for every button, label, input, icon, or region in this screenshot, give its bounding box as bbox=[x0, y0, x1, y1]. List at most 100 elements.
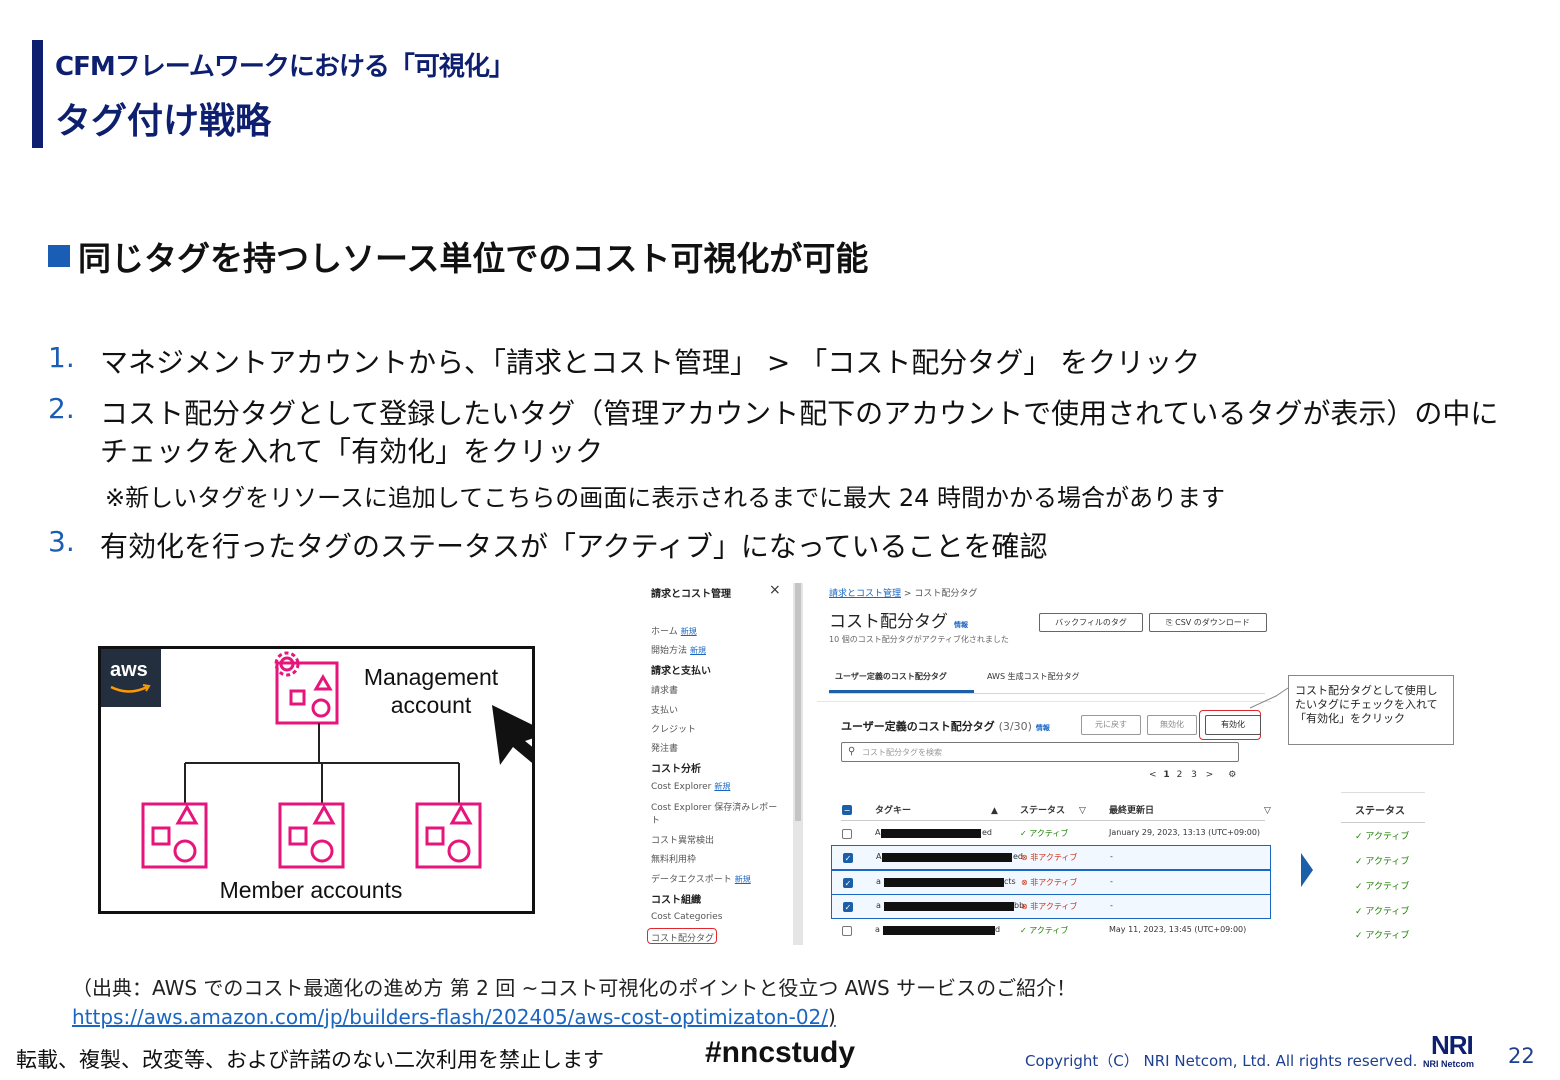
sort-icon: ▽ bbox=[1079, 806, 1086, 816]
sidebar-item[interactable]: 開始方法 新規 bbox=[651, 643, 706, 656]
sidebar-item[interactable]: コスト異常検出 bbox=[651, 833, 714, 846]
sidebar-item[interactable]: データエクスポート 新規 bbox=[651, 872, 751, 885]
source-link[interactable]: https://aws.amazon.com/jp/builders-flash… bbox=[72, 1005, 836, 1029]
tag-key-prefix: A bbox=[876, 852, 882, 861]
step-number: 2. bbox=[48, 392, 75, 425]
disable-button[interactable]: 無効化 bbox=[1147, 715, 1197, 735]
table-row[interactable]: Aed ✓ アクティブ January 29, 2023, 13:13 (UTC+0… bbox=[831, 822, 1271, 847]
sidebar-item[interactable]: ト bbox=[651, 813, 660, 826]
table-row[interactable]: ✓ a cts ⊗ 非アクティブ - bbox=[831, 870, 1271, 895]
member-accounts-label: Member accounts bbox=[219, 877, 403, 903]
sidebar-item[interactable]: 支払い bbox=[651, 703, 678, 716]
sidebar-item[interactable]: 発注書 bbox=[651, 741, 678, 754]
backfill-button[interactable]: バックフィルのタグ bbox=[1039, 613, 1143, 632]
tag-key-prefix: a bbox=[876, 901, 881, 910]
console-screenshot: 請求とコスト管理 × ホーム 新規開始方法 新規 請求と支払い 請求書支払いクレジット発… bbox=[645, 583, 1271, 945]
close-icon[interactable]: × bbox=[769, 583, 781, 598]
select-all-checkbox[interactable]: − bbox=[842, 805, 852, 815]
sidebar-item-label: コスト組織 bbox=[651, 895, 701, 906]
check-circle-icon: ✓ bbox=[1355, 931, 1366, 941]
new-badge: 新規 bbox=[714, 782, 731, 791]
row-checkbox[interactable]: ✓ bbox=[843, 853, 853, 863]
scrollbar-thumb[interactable] bbox=[795, 583, 801, 821]
redaction-bar bbox=[882, 853, 1012, 862]
csv-download-button[interactable]: ⎘ CSV のダウンロード bbox=[1149, 613, 1267, 632]
row-checkbox[interactable] bbox=[842, 926, 852, 936]
download-icon: ⎘ bbox=[1166, 618, 1176, 627]
redaction-bar bbox=[884, 878, 1004, 887]
status-result-column: ステータス ✓ アクティブ ✓ アクティブ ✓ アクティブ ✓ アクティブ ✓ アクティ… bbox=[1341, 792, 1425, 948]
sidebar-item-label: コスト異常検出 bbox=[651, 836, 715, 846]
table-row[interactable]: a d ✓ アクティブ May 11, 2023, 13:45 (UTC+09:00) bbox=[831, 919, 1271, 944]
breadcrumb-link[interactable]: 請求とコスト管理 bbox=[829, 589, 901, 599]
sort-icon: ▽ bbox=[1264, 806, 1271, 816]
sidebar-item-label: Cost Explorer bbox=[651, 782, 712, 792]
column-header-tag-key[interactable]: タグキー ▲ bbox=[875, 803, 998, 816]
redaction-bar bbox=[883, 926, 995, 935]
arrow-right-icon bbox=[1301, 853, 1313, 887]
settings-gear-icon[interactable]: ⚙ bbox=[1228, 770, 1236, 780]
error-circle-icon: ⊗ bbox=[1021, 853, 1031, 862]
check-circle-icon: ✓ bbox=[1355, 907, 1366, 917]
row-checkbox[interactable] bbox=[842, 829, 852, 839]
page-2-button[interactable]: 2 bbox=[1177, 770, 1183, 780]
page-subtitle: 10 個のコスト配分タグがアクティブ化されました bbox=[829, 635, 1009, 644]
tag-search-input[interactable]: ⚲ コスト配分タグを検索 bbox=[841, 742, 1239, 762]
sidebar-item-label: Cost Categories bbox=[651, 912, 723, 922]
tab-user-defined[interactable]: ユーザー定義のコスト配分タグ bbox=[835, 671, 947, 682]
sidebar-scrollbar[interactable] bbox=[793, 583, 803, 945]
member-account-icon-3 bbox=[415, 802, 482, 869]
step-number: 3. bbox=[48, 525, 75, 558]
table-header-divider bbox=[841, 820, 1265, 821]
status-text: アクティブ bbox=[1029, 829, 1069, 838]
redaction-bar bbox=[881, 829, 981, 838]
column-header-status[interactable]: ステータス ▽ bbox=[1020, 803, 1086, 816]
breadcrumb-separator: > bbox=[903, 589, 912, 599]
status-badge: ⊗ 非アクティブ bbox=[1021, 901, 1077, 912]
status-result-value: ✓ アクティブ bbox=[1355, 907, 1410, 917]
step-text: 有効化を行ったタグのステータスが「アクティブ」になっていることを確認 bbox=[100, 530, 1048, 563]
console-main: 請求とコスト管理 > コスト配分タグ コスト配分タグ情報 10 個のコスト配分タ… bbox=[803, 583, 1271, 945]
sidebar-item-label: クレジット bbox=[651, 725, 697, 735]
restore-button[interactable]: 元に戻す bbox=[1081, 715, 1141, 735]
status-result-value: ✓ アクティブ bbox=[1355, 832, 1410, 842]
column-header-updated[interactable]: 最終更新日 ▽ bbox=[1109, 803, 1271, 816]
page-1-button[interactable]: 1 bbox=[1163, 770, 1169, 780]
next-page-button[interactable]: > bbox=[1206, 770, 1214, 780]
table-row[interactable]: ✓ Aed ⊗ 非アクティブ - bbox=[831, 845, 1271, 870]
sidebar-item[interactable]: ホーム 新規 bbox=[651, 624, 697, 637]
step-number: 1. bbox=[48, 341, 75, 374]
info-link[interactable]: 情報 bbox=[954, 621, 968, 629]
sidebar-item-label: 無料利用枠 bbox=[651, 855, 697, 865]
step-text: コスト配分タグとして登録したいタグ（管理アカウント配下のアカウントで使用されてい… bbox=[100, 397, 1499, 430]
step-note: ※新しいタグをリソースに追加してこちらの画面に表示されるまでに最大 24 時間か… bbox=[105, 484, 1225, 512]
sidebar-item-label: 請求と支払い bbox=[651, 666, 711, 677]
status-text: アクティブ bbox=[1029, 926, 1069, 935]
sidebar-item[interactable]: Cost Explorer 新規 bbox=[651, 781, 730, 792]
footer-notice: 転載、複製、改変等、および許諾のない二次利用を禁止します bbox=[16, 1048, 604, 1072]
sidebar-item: コスト分析 bbox=[651, 760, 701, 775]
sidebar-item[interactable]: Cost Categories bbox=[651, 912, 722, 922]
status-badge: ✓ アクティブ bbox=[1020, 828, 1068, 839]
status-text: 非アクティブ bbox=[1030, 902, 1078, 911]
status-text: 非アクティブ bbox=[1030, 878, 1078, 887]
page-3-button[interactable]: 3 bbox=[1191, 770, 1197, 780]
slide-subtitle: CFMフレームワークにおける「可視化」 bbox=[55, 52, 515, 82]
sidebar-item[interactable]: 請求書 bbox=[651, 683, 678, 696]
row-checkbox[interactable]: ✓ bbox=[843, 878, 853, 888]
sidebar-item[interactable]: クレジット bbox=[651, 722, 696, 735]
step-text: マネジメントアカウントから、「請求とコスト管理」 > 「コスト配分タグ」 をクリ… bbox=[100, 346, 1201, 379]
breadcrumb-current: コスト配分タグ bbox=[914, 589, 978, 599]
breadcrumb: 請求とコスト管理 > コスト配分タグ bbox=[829, 586, 977, 599]
sidebar-item[interactable]: 無料利用枠 bbox=[651, 852, 696, 865]
prev-page-button[interactable]: < bbox=[1149, 770, 1157, 780]
footer-copyright: Copyright（C） NRI Netcom, Ltd. All rights… bbox=[1025, 1052, 1418, 1070]
tab-aws-generated[interactable]: AWS 生成コスト配分タグ bbox=[987, 671, 1080, 682]
info-link[interactable]: 情報 bbox=[1036, 724, 1050, 732]
sidebar-item[interactable]: Cost Explorer 保存済みレポー bbox=[651, 800, 777, 813]
row-checkbox[interactable]: ✓ bbox=[843, 902, 853, 912]
tag-key-suffix: d bbox=[995, 925, 1001, 934]
status-result-value: ✓ アクティブ bbox=[1355, 857, 1410, 867]
table-row[interactable]: ✓ a bb ⊗ 非アクティブ - bbox=[831, 894, 1271, 919]
member-account-icon-2 bbox=[278, 802, 345, 869]
